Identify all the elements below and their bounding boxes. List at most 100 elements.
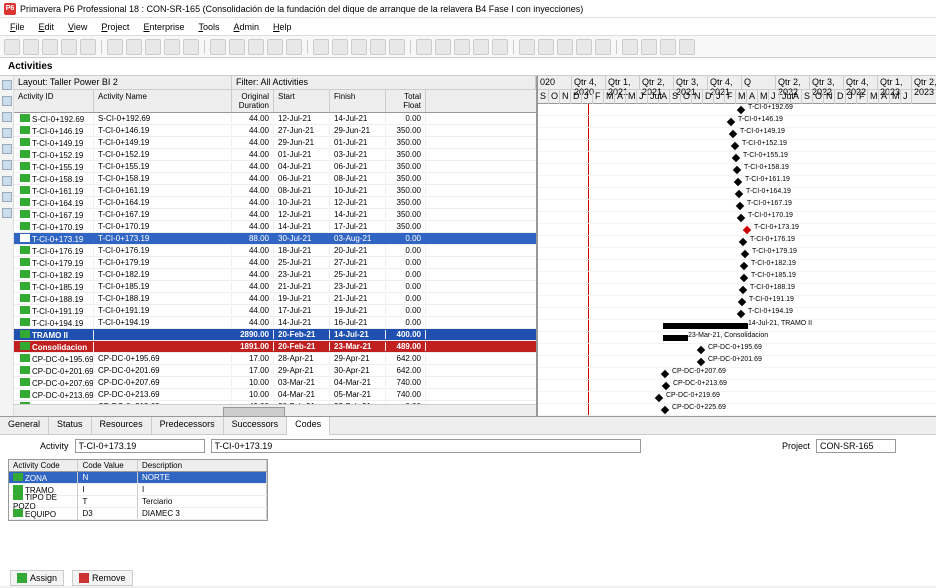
gantt-bar[interactable] xyxy=(737,106,745,114)
toolbar-button[interactable] xyxy=(538,39,554,55)
tab-codes[interactable]: Codes xyxy=(287,417,330,435)
col-activity-id[interactable]: Activity ID xyxy=(14,90,94,112)
toolbar-button[interactable] xyxy=(267,39,283,55)
table-row[interactable]: T-CI-0+149.19T-CI-0+149.1944.0029-Jun-21… xyxy=(14,137,536,149)
toolbar-button[interactable] xyxy=(126,39,142,55)
gantt-bar[interactable] xyxy=(739,238,747,246)
assign-button[interactable]: Assign xyxy=(10,570,64,586)
toolbar-button[interactable] xyxy=(229,39,245,55)
gantt-bar[interactable] xyxy=(743,226,751,234)
gantt-row[interactable]: CP-DC-0+225.69 xyxy=(538,404,936,416)
strip-icon[interactable] xyxy=(2,112,12,122)
codes-row[interactable]: ZONANNORTE xyxy=(9,472,267,484)
toolbar-button[interactable] xyxy=(416,39,432,55)
toolbar-button[interactable] xyxy=(210,39,226,55)
menu-help[interactable]: Help xyxy=(267,20,298,34)
gantt-bar[interactable] xyxy=(697,358,705,366)
menu-admin[interactable]: Admin xyxy=(227,20,265,34)
gantt-row[interactable]: T-CI-0+182.19 xyxy=(538,260,936,272)
table-row[interactable]: T-CI-0+158.19T-CI-0+158.1944.0006-Jul-21… xyxy=(14,173,536,185)
table-row[interactable]: T-CI-0+167.19T-CI-0+167.1944.0012-Jul-21… xyxy=(14,209,536,221)
tab-status[interactable]: Status xyxy=(49,417,92,434)
gantt-bar[interactable] xyxy=(735,190,743,198)
toolbar-button[interactable] xyxy=(183,39,199,55)
toolbar-button[interactable] xyxy=(370,39,386,55)
table-row[interactable]: CP-DC-0+195.69CP-DC-0+195.6917.0028-Apr-… xyxy=(14,353,536,365)
gantt-bar[interactable] xyxy=(734,178,742,186)
strip-icon[interactable] xyxy=(2,144,12,154)
col-finish[interactable]: Finish xyxy=(330,90,386,112)
menu-view[interactable]: View xyxy=(62,20,93,34)
gantt-bar[interactable] xyxy=(741,250,749,258)
gantt-bar[interactable] xyxy=(729,130,737,138)
gantt-row[interactable]: CP-DC-0+219.69 xyxy=(538,392,936,404)
gantt-body[interactable]: T-CI-0+192.69T-CI-0+146.19T-CI-0+149.19T… xyxy=(538,104,936,416)
gantt-bar[interactable] xyxy=(736,202,744,210)
strip-icon[interactable] xyxy=(2,80,12,90)
gantt-row[interactable]: T-CI-0+194.19 xyxy=(538,308,936,320)
table-row[interactable]: T-CI-0+152.19T-CI-0+152.1944.0001-Jul-21… xyxy=(14,149,536,161)
strip-icon[interactable] xyxy=(2,176,12,186)
gantt-bar[interactable] xyxy=(731,142,739,150)
col-original-duration[interactable]: Original Duration xyxy=(232,90,274,112)
gantt-bar[interactable] xyxy=(739,286,747,294)
strip-icon[interactable] xyxy=(2,192,12,202)
table-row[interactable]: T-CI-0+194.19T-CI-0+194.1944.0014-Jul-21… xyxy=(14,317,536,329)
gantt-row[interactable]: CP-DC-0+207.69 xyxy=(538,368,936,380)
gantt-bar[interactable] xyxy=(732,154,740,162)
layout-name[interactable]: Layout: Taller Power BI 2 xyxy=(14,76,232,89)
gantt-row[interactable]: T-CI-0+176.19 xyxy=(538,236,936,248)
gantt-bar[interactable] xyxy=(662,382,670,390)
toolbar-button[interactable] xyxy=(454,39,470,55)
gantt-bar[interactable] xyxy=(697,346,705,354)
table-row[interactable]: T-CI-0+170.19T-CI-0+170.1944.0014-Jul-21… xyxy=(14,221,536,233)
strip-icon[interactable] xyxy=(2,96,12,106)
toolbar-button[interactable] xyxy=(248,39,264,55)
table-row[interactable]: T-CI-0+164.19T-CI-0+164.1944.0010-Jul-21… xyxy=(14,197,536,209)
strip-icon[interactable] xyxy=(2,128,12,138)
strip-icon[interactable] xyxy=(2,160,12,170)
toolbar-button[interactable] xyxy=(145,39,161,55)
table-row[interactable]: CP-DC-0+207.69CP-DC-0+207.6910.0003-Mar-… xyxy=(14,377,536,389)
table-row[interactable]: T-CI-0+179.19T-CI-0+179.1944.0025-Jul-21… xyxy=(14,257,536,269)
tab-general[interactable]: General xyxy=(0,417,49,434)
menu-project[interactable]: Project xyxy=(95,20,135,34)
gantt-row[interactable]: T-CI-0+164.19 xyxy=(538,188,936,200)
gantt-bar[interactable] xyxy=(740,262,748,270)
remove-button[interactable]: Remove xyxy=(72,570,133,586)
menu-edit[interactable]: Edit xyxy=(33,20,61,34)
gantt-row[interactable]: CP-DC-0+195.69 xyxy=(538,344,936,356)
gantt-bar[interactable] xyxy=(740,274,748,282)
gantt-bar[interactable] xyxy=(737,310,745,318)
codes-row[interactable]: TIPO DE POZOTTerciario xyxy=(9,496,267,508)
gantt-row[interactable]: T-CI-0+152.19 xyxy=(538,140,936,152)
toolbar-button[interactable] xyxy=(23,39,39,55)
gantt-row[interactable]: 14-Jul-21, TRAMO II xyxy=(538,320,936,332)
toolbar-button[interactable] xyxy=(492,39,508,55)
table-row[interactable]: T-CI-0+155.19T-CI-0+155.1944.0004-Jul-21… xyxy=(14,161,536,173)
table-row[interactable]: T-CI-0+161.19T-CI-0+161.1944.0008-Jul-21… xyxy=(14,185,536,197)
toolbar-button[interactable] xyxy=(519,39,535,55)
gantt-row[interactable]: T-CI-0+158.19 xyxy=(538,164,936,176)
toolbar-button[interactable] xyxy=(4,39,20,55)
activity-name-field[interactable] xyxy=(211,439,641,453)
gantt-row[interactable]: CP-DC-0+201.69 xyxy=(538,356,936,368)
table-row[interactable]: TRAMO II2890.0020-Feb-2114-Jul-21400.00 xyxy=(14,329,536,341)
table-row[interactable]: CP-DC-0+201.69CP-DC-0+201.6917.0029-Apr-… xyxy=(14,365,536,377)
tab-successors[interactable]: Successors xyxy=(224,417,288,434)
toolbar-button[interactable] xyxy=(61,39,77,55)
table-row[interactable]: T-CI-0+146.19T-CI-0+146.1944.0027-Jun-21… xyxy=(14,125,536,137)
toolbar-button[interactable] xyxy=(576,39,592,55)
table-row[interactable]: T-CI-0+176.19T-CI-0+176.1944.0018-Jul-21… xyxy=(14,245,536,257)
toolbar-button[interactable] xyxy=(660,39,676,55)
h-scrollbar[interactable] xyxy=(14,404,536,416)
strip-icon[interactable] xyxy=(2,208,12,218)
menu-tools[interactable]: Tools xyxy=(192,20,225,34)
table-row[interactable]: T-CI-0+191.19T-CI-0+191.1944.0017-Jul-21… xyxy=(14,305,536,317)
toolbar-button[interactable] xyxy=(389,39,405,55)
gantt-bar[interactable] xyxy=(661,406,669,414)
toolbar-button[interactable] xyxy=(107,39,123,55)
gantt-bar[interactable] xyxy=(727,118,735,126)
gantt-row[interactable]: T-CI-0+173.19 xyxy=(538,224,936,236)
menu-file[interactable]: File xyxy=(4,20,31,34)
